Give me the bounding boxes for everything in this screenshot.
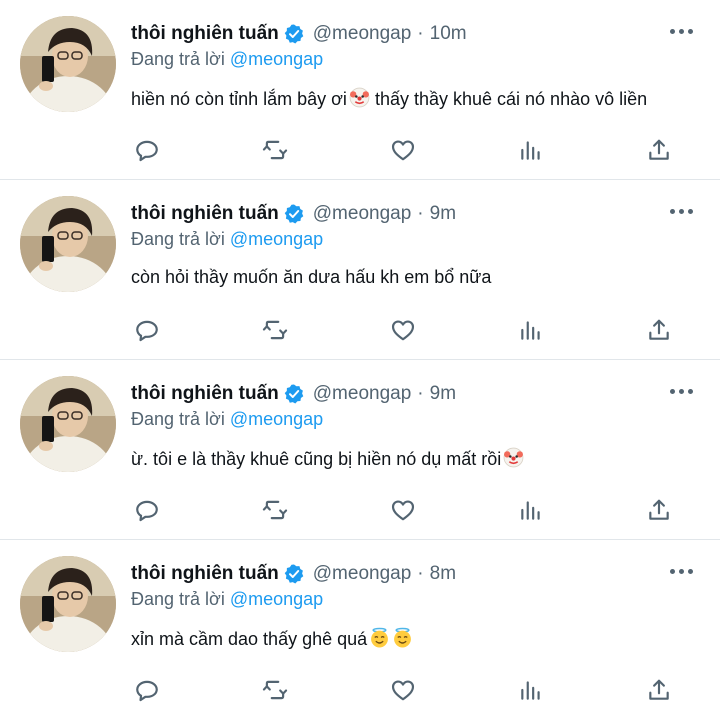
timestamp[interactable]: 8m [430,563,456,585]
tweet-text: ừ. tôi e là thầy khuê cũng bị hiền nó dụ… [131,447,524,473]
tweet[interactable]: thôi nghiên tuấn @meongap · 8m Đang trả … [0,540,720,708]
like-icon[interactable] [383,130,423,170]
verified-badge-icon [283,383,305,405]
tweet-header: thôi nghiên tuấn @meongap · 8m [131,561,456,587]
reply-mention-link[interactable]: @meongap [230,409,323,429]
username[interactable]: @meongap [313,23,412,45]
display-name[interactable]: thôi nghiên tuấn [131,203,279,225]
display-name[interactable]: thôi nghiên tuấn [131,23,279,45]
clown-face-icon [349,87,370,113]
tweet-header: thôi nghiên tuấn @meongap · 9m [131,381,456,407]
tweet-actions [0,670,720,710]
views-icon[interactable] [511,490,551,530]
share-icon[interactable] [639,670,679,710]
tweet-header: thôi nghiên tuấn @meongap · 10m [131,21,467,47]
username[interactable]: @meongap [313,383,412,405]
reply-mention-link[interactable]: @meongap [230,589,323,609]
tweet-text-main: xỉn mà cầm dao thấy ghê quá [131,629,368,649]
tweet[interactable]: thôi nghiên tuấn @meongap · 10m Đang trả… [0,0,720,180]
replying-to-label: Đang trả lời [131,229,225,249]
timestamp[interactable]: 10m [430,23,467,45]
username[interactable]: @meongap [313,203,412,225]
like-icon[interactable] [383,490,423,530]
smiling-face-with-halo-icon [369,627,390,653]
reply-mention-link[interactable]: @meongap [230,49,323,69]
replying-to: Đang trả lời @meongap [131,589,323,610]
tweet-actions [0,310,720,350]
tweet[interactable]: thôi nghiên tuấn @meongap · 9m Đang trả … [0,360,720,540]
tweet-text: xỉn mà cầm dao thấy ghê quá [131,627,413,653]
smiling-face-with-halo-icon [392,627,413,653]
views-icon[interactable] [511,310,551,350]
separator-dot: · [417,563,424,584]
like-icon[interactable] [383,670,423,710]
tweet-text: hiền nó còn tỉnh lắm bây ơi thấy thầy kh… [131,87,647,113]
reply-thread: thôi nghiên tuấn @meongap · 10m Đang trả… [0,0,720,708]
tweet-actions [0,490,720,530]
replying-to-label: Đang trả lời [131,409,225,429]
timestamp[interactable]: 9m [430,203,456,225]
replying-to-label: Đang trả lời [131,589,225,609]
more-options-icon[interactable] [670,206,694,216]
views-icon[interactable] [511,130,551,170]
timestamp[interactable]: 9m [430,383,456,405]
tweet-text-main: hiền nó còn tỉnh lắm bây ơi [131,89,347,109]
reply-icon[interactable] [127,130,167,170]
separator-dot: · [417,23,424,44]
tweet-text-rest: thấy thầy khuê cái nó nhào vô liền [369,89,648,109]
reply-icon[interactable] [127,670,167,710]
clown-face-icon [503,447,524,473]
reply-mention-link[interactable]: @meongap [230,229,323,249]
verified-badge-icon [283,23,305,45]
tweet-text-main: còn hỏi thầy muốn ăn dưa hấu kh em bổ nữ… [131,267,492,287]
tweet-text-main: ừ. tôi e là thầy khuê cũng bị hiền nó dụ… [131,449,502,469]
tweet[interactable]: thôi nghiên tuấn @meongap · 9m Đang trả … [0,180,720,360]
retweet-icon[interactable] [255,130,295,170]
verified-badge-icon [283,563,305,585]
display-name[interactable]: thôi nghiên tuấn [131,563,279,585]
username[interactable]: @meongap [313,563,412,585]
replying-to: Đang trả lời @meongap [131,229,323,250]
avatar[interactable] [20,556,116,652]
tweet-text: còn hỏi thầy muốn ăn dưa hấu kh em bổ nữ… [131,267,491,288]
replying-to: Đang trả lời @meongap [131,409,323,430]
tweet-actions [0,130,720,170]
verified-badge-icon [283,203,305,225]
separator-dot: · [417,203,424,224]
more-options-icon[interactable] [670,566,694,576]
tweet-header: thôi nghiên tuấn @meongap · 9m [131,201,456,227]
retweet-icon[interactable] [255,670,295,710]
separator-dot: · [417,383,424,404]
more-options-icon[interactable] [670,26,694,36]
like-icon[interactable] [383,310,423,350]
avatar[interactable] [20,196,116,292]
avatar[interactable] [20,16,116,112]
reply-icon[interactable] [127,310,167,350]
share-icon[interactable] [639,490,679,530]
reply-icon[interactable] [127,490,167,530]
views-icon[interactable] [511,670,551,710]
more-options-icon[interactable] [670,386,694,396]
retweet-icon[interactable] [255,490,295,530]
retweet-icon[interactable] [255,310,295,350]
avatar[interactable] [20,376,116,472]
display-name[interactable]: thôi nghiên tuấn [131,383,279,405]
replying-to: Đang trả lời @meongap [131,49,323,70]
share-icon[interactable] [639,130,679,170]
share-icon[interactable] [639,310,679,350]
replying-to-label: Đang trả lời [131,49,225,69]
